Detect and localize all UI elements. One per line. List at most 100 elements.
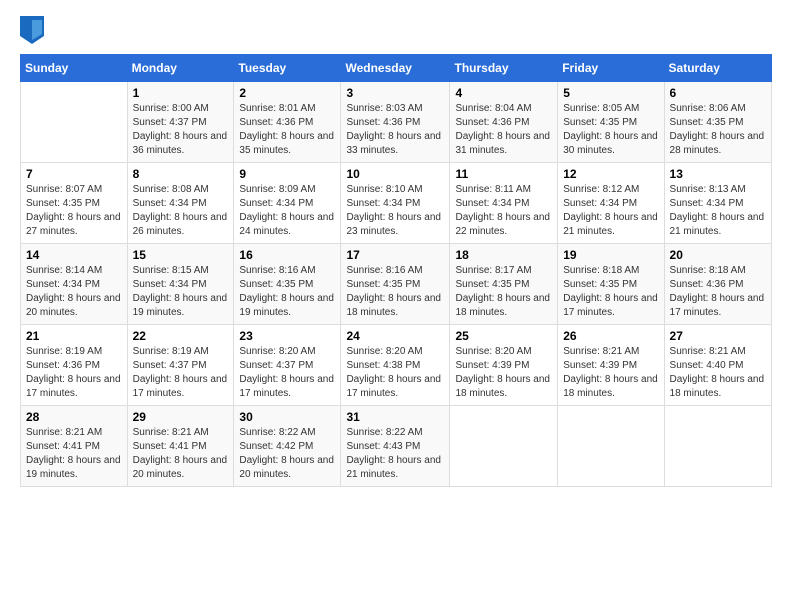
sunrise-text: Sunrise: 8:10 AM bbox=[346, 184, 422, 195]
sunrise-text: Sunrise: 8:16 AM bbox=[346, 265, 422, 276]
sunset-text: Sunset: 4:37 PM bbox=[133, 360, 207, 371]
daylight-text: Daylight: 8 hours and 28 minutes. bbox=[670, 131, 765, 156]
sunset-text: Sunset: 4:35 PM bbox=[26, 198, 100, 209]
sunset-text: Sunset: 4:37 PM bbox=[239, 360, 313, 371]
sunrise-text: Sunrise: 8:11 AM bbox=[455, 184, 530, 195]
sunrise-text: Sunrise: 8:19 AM bbox=[133, 346, 209, 357]
sunrise-text: Sunrise: 8:18 AM bbox=[563, 265, 639, 276]
header bbox=[20, 16, 772, 44]
day-number: 2 bbox=[239, 86, 335, 100]
sunrise-text: Sunrise: 8:06 AM bbox=[670, 103, 746, 114]
cell-info: Sunrise: 8:01 AM Sunset: 4:36 PM Dayligh… bbox=[239, 102, 335, 158]
calendar-cell: 19 Sunrise: 8:18 AM Sunset: 4:35 PM Dayl… bbox=[558, 244, 664, 325]
daylight-text: Daylight: 8 hours and 24 minutes. bbox=[239, 212, 334, 237]
day-number: 14 bbox=[26, 248, 122, 262]
day-number: 6 bbox=[670, 86, 766, 100]
cell-info: Sunrise: 8:15 AM Sunset: 4:34 PM Dayligh… bbox=[133, 264, 229, 320]
sunrise-text: Sunrise: 8:03 AM bbox=[346, 103, 422, 114]
sunrise-text: Sunrise: 8:04 AM bbox=[455, 103, 531, 114]
cell-info: Sunrise: 8:07 AM Sunset: 4:35 PM Dayligh… bbox=[26, 183, 122, 239]
sunset-text: Sunset: 4:36 PM bbox=[670, 279, 744, 290]
weekday-header: Saturday bbox=[664, 55, 771, 82]
day-number: 31 bbox=[346, 410, 444, 424]
calendar-cell: 27 Sunrise: 8:21 AM Sunset: 4:40 PM Dayl… bbox=[664, 325, 771, 406]
daylight-text: Daylight: 8 hours and 31 minutes. bbox=[455, 131, 550, 156]
sunrise-text: Sunrise: 8:05 AM bbox=[563, 103, 639, 114]
calendar-cell: 10 Sunrise: 8:10 AM Sunset: 4:34 PM Dayl… bbox=[341, 163, 450, 244]
day-number: 27 bbox=[670, 329, 766, 343]
calendar-cell: 18 Sunrise: 8:17 AM Sunset: 4:35 PM Dayl… bbox=[450, 244, 558, 325]
calendar-cell: 6 Sunrise: 8:06 AM Sunset: 4:35 PM Dayli… bbox=[664, 82, 771, 163]
day-number: 23 bbox=[239, 329, 335, 343]
sunrise-text: Sunrise: 8:21 AM bbox=[26, 427, 102, 438]
sunrise-text: Sunrise: 8:16 AM bbox=[239, 265, 315, 276]
calendar-cell bbox=[558, 406, 664, 487]
daylight-text: Daylight: 8 hours and 23 minutes. bbox=[346, 212, 441, 237]
page: SundayMondayTuesdayWednesdayThursdayFrid… bbox=[0, 0, 792, 612]
sunset-text: Sunset: 4:34 PM bbox=[26, 279, 100, 290]
calendar-cell: 2 Sunrise: 8:01 AM Sunset: 4:36 PM Dayli… bbox=[234, 82, 341, 163]
day-number: 25 bbox=[455, 329, 552, 343]
sunrise-text: Sunrise: 8:00 AM bbox=[133, 103, 209, 114]
cell-info: Sunrise: 8:20 AM Sunset: 4:38 PM Dayligh… bbox=[346, 345, 444, 401]
sunrise-text: Sunrise: 8:21 AM bbox=[133, 427, 209, 438]
day-number: 11 bbox=[455, 167, 552, 181]
day-number: 15 bbox=[133, 248, 229, 262]
sunset-text: Sunset: 4:34 PM bbox=[239, 198, 313, 209]
weekday-header: Wednesday bbox=[341, 55, 450, 82]
daylight-text: Daylight: 8 hours and 17 minutes. bbox=[133, 374, 228, 399]
day-number: 1 bbox=[133, 86, 229, 100]
sunrise-text: Sunrise: 8:21 AM bbox=[670, 346, 746, 357]
sunset-text: Sunset: 4:35 PM bbox=[670, 117, 744, 128]
daylight-text: Daylight: 8 hours and 20 minutes. bbox=[133, 455, 228, 480]
weekday-header: Friday bbox=[558, 55, 664, 82]
sunset-text: Sunset: 4:43 PM bbox=[346, 441, 420, 452]
daylight-text: Daylight: 8 hours and 18 minutes. bbox=[455, 374, 550, 399]
cell-info: Sunrise: 8:22 AM Sunset: 4:43 PM Dayligh… bbox=[346, 426, 444, 482]
cell-info: Sunrise: 8:20 AM Sunset: 4:39 PM Dayligh… bbox=[455, 345, 552, 401]
daylight-text: Daylight: 8 hours and 17 minutes. bbox=[26, 374, 121, 399]
cell-info: Sunrise: 8:14 AM Sunset: 4:34 PM Dayligh… bbox=[26, 264, 122, 320]
calendar-cell bbox=[450, 406, 558, 487]
sunrise-text: Sunrise: 8:12 AM bbox=[563, 184, 639, 195]
sunrise-text: Sunrise: 8:17 AM bbox=[455, 265, 531, 276]
calendar-cell: 28 Sunrise: 8:21 AM Sunset: 4:41 PM Dayl… bbox=[21, 406, 128, 487]
calendar-cell: 20 Sunrise: 8:18 AM Sunset: 4:36 PM Dayl… bbox=[664, 244, 771, 325]
calendar-cell: 17 Sunrise: 8:16 AM Sunset: 4:35 PM Dayl… bbox=[341, 244, 450, 325]
daylight-text: Daylight: 8 hours and 18 minutes. bbox=[346, 293, 441, 318]
sunrise-text: Sunrise: 8:19 AM bbox=[26, 346, 102, 357]
calendar: SundayMondayTuesdayWednesdayThursdayFrid… bbox=[20, 54, 772, 487]
daylight-text: Daylight: 8 hours and 35 minutes. bbox=[239, 131, 334, 156]
daylight-text: Daylight: 8 hours and 17 minutes. bbox=[239, 374, 334, 399]
sunset-text: Sunset: 4:41 PM bbox=[133, 441, 207, 452]
cell-info: Sunrise: 8:10 AM Sunset: 4:34 PM Dayligh… bbox=[346, 183, 444, 239]
day-number: 3 bbox=[346, 86, 444, 100]
calendar-cell: 3 Sunrise: 8:03 AM Sunset: 4:36 PM Dayli… bbox=[341, 82, 450, 163]
cell-info: Sunrise: 8:09 AM Sunset: 4:34 PM Dayligh… bbox=[239, 183, 335, 239]
sunrise-text: Sunrise: 8:20 AM bbox=[455, 346, 531, 357]
cell-info: Sunrise: 8:19 AM Sunset: 4:37 PM Dayligh… bbox=[133, 345, 229, 401]
day-number: 18 bbox=[455, 248, 552, 262]
sunrise-text: Sunrise: 8:01 AM bbox=[239, 103, 315, 114]
calendar-cell: 25 Sunrise: 8:20 AM Sunset: 4:39 PM Dayl… bbox=[450, 325, 558, 406]
day-number: 7 bbox=[26, 167, 122, 181]
sunrise-text: Sunrise: 8:21 AM bbox=[563, 346, 639, 357]
calendar-cell: 24 Sunrise: 8:20 AM Sunset: 4:38 PM Dayl… bbox=[341, 325, 450, 406]
calendar-cell: 16 Sunrise: 8:16 AM Sunset: 4:35 PM Dayl… bbox=[234, 244, 341, 325]
logo-icon bbox=[20, 16, 44, 44]
calendar-cell: 1 Sunrise: 8:00 AM Sunset: 4:37 PM Dayli… bbox=[127, 82, 234, 163]
sunset-text: Sunset: 4:35 PM bbox=[346, 279, 420, 290]
cell-info: Sunrise: 8:20 AM Sunset: 4:37 PM Dayligh… bbox=[239, 345, 335, 401]
sunset-text: Sunset: 4:34 PM bbox=[133, 198, 207, 209]
cell-info: Sunrise: 8:18 AM Sunset: 4:36 PM Dayligh… bbox=[670, 264, 766, 320]
day-number: 17 bbox=[346, 248, 444, 262]
day-number: 10 bbox=[346, 167, 444, 181]
cell-info: Sunrise: 8:06 AM Sunset: 4:35 PM Dayligh… bbox=[670, 102, 766, 158]
daylight-text: Daylight: 8 hours and 18 minutes. bbox=[563, 374, 658, 399]
sunrise-text: Sunrise: 8:09 AM bbox=[239, 184, 315, 195]
sunset-text: Sunset: 4:39 PM bbox=[563, 360, 637, 371]
weekday-header: Thursday bbox=[450, 55, 558, 82]
sunset-text: Sunset: 4:34 PM bbox=[563, 198, 637, 209]
daylight-text: Daylight: 8 hours and 36 minutes. bbox=[133, 131, 228, 156]
sunset-text: Sunset: 4:34 PM bbox=[346, 198, 420, 209]
